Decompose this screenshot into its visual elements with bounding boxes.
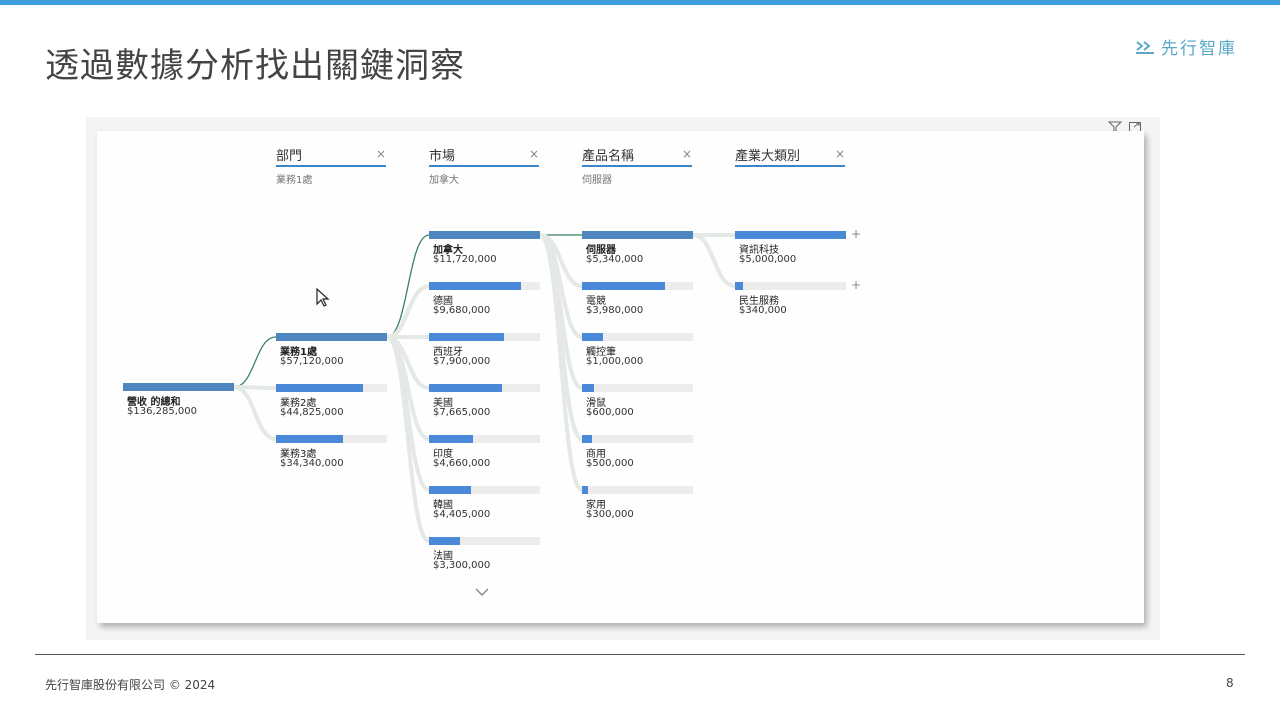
bar-fill <box>276 333 387 341</box>
bar-track <box>582 231 693 239</box>
node-value: $3,300,000 <box>433 560 491 571</box>
bar-track <box>429 384 540 392</box>
node-value: $1,000,000 <box>586 356 644 367</box>
bar-track <box>276 435 387 443</box>
node-value: $3,980,000 <box>586 305 644 316</box>
bar-track <box>582 333 693 341</box>
bar-track <box>429 282 540 290</box>
connector <box>692 233 736 288</box>
bar-fill <box>276 384 363 392</box>
node-value: $340,000 <box>739 305 787 316</box>
bar-fill <box>735 231 846 239</box>
show-more-chevron-icon[interactable] <box>474 582 490 601</box>
node-value: $11,720,000 <box>433 254 497 265</box>
level-header[interactable]: 產品名稱 × 伺服器 <box>582 145 692 186</box>
level-title: 部門 <box>276 149 303 164</box>
bar-fill <box>429 282 521 290</box>
bar-track <box>735 282 846 290</box>
level-header[interactable]: 部門 × 業務1處 <box>276 145 386 186</box>
bar-track <box>582 486 693 494</box>
bar-fill <box>582 231 693 239</box>
connector <box>233 385 277 441</box>
page-number: 8 <box>1226 676 1234 690</box>
bar-fill <box>735 282 743 290</box>
node-value: $5,000,000 <box>739 254 797 265</box>
connector <box>386 284 430 339</box>
bar-fill <box>276 435 343 443</box>
expand-plus-icon[interactable]: + <box>851 227 861 241</box>
bar-track <box>429 486 540 494</box>
selected-connector <box>233 336 277 388</box>
remove-level-close-icon[interactable]: × <box>376 147 386 161</box>
bar-fill <box>429 384 502 392</box>
node-value: $57,120,000 <box>280 356 344 367</box>
footer-copyright: 先行智庫股份有限公司 © 2024 <box>45 678 216 692</box>
remove-level-close-icon[interactable]: × <box>682 147 692 161</box>
bar-track <box>582 282 693 290</box>
node-value: $4,660,000 <box>433 458 491 469</box>
bar-fill <box>582 282 665 290</box>
bar-track <box>123 383 234 391</box>
bar-fill <box>582 435 592 443</box>
bar-fill <box>582 486 588 494</box>
node-value: $5,340,000 <box>586 254 644 265</box>
level-underline <box>429 165 539 167</box>
node-value: $136,285,000 <box>127 406 197 417</box>
bar-track <box>429 333 540 341</box>
bar-fill <box>429 333 504 341</box>
node-value: $34,340,000 <box>280 458 344 469</box>
expand-plus-icon[interactable]: + <box>851 278 861 292</box>
level-underline <box>582 165 692 167</box>
bar-fill <box>429 435 473 443</box>
node-value: $44,825,000 <box>280 407 344 418</box>
bar-track <box>429 231 540 239</box>
level-selection: 伺服器 <box>582 175 612 186</box>
node-value: $7,665,000 <box>433 407 491 418</box>
connector <box>538 233 584 492</box>
level-title: 產品名稱 <box>582 149 635 164</box>
bar-fill <box>582 333 603 341</box>
level-title: 市場 <box>429 149 456 164</box>
bar-track <box>429 537 540 545</box>
bar-fill <box>582 384 594 392</box>
footer-divider <box>35 654 1245 655</box>
level-underline <box>735 165 845 167</box>
bar-fill <box>429 537 460 545</box>
bar-track <box>429 435 540 443</box>
node-value: $4,405,000 <box>433 509 491 520</box>
bar-fill <box>429 486 471 494</box>
bar-fill <box>123 383 234 391</box>
level-underline <box>276 165 386 167</box>
bar-track <box>276 384 387 392</box>
remove-level-close-icon[interactable]: × <box>835 147 845 161</box>
bar-track <box>582 435 693 443</box>
node-value: $7,900,000 <box>433 356 491 367</box>
level-header[interactable]: 產業大類別 × <box>735 145 845 167</box>
node-value: $600,000 <box>586 407 634 418</box>
node-value: $9,680,000 <box>433 305 491 316</box>
node-value: $500,000 <box>586 458 634 469</box>
mouse-cursor-icon <box>316 287 330 312</box>
bar-track <box>276 333 387 341</box>
bar-fill <box>429 231 540 239</box>
level-selection: 業務1處 <box>276 175 313 186</box>
bar-track <box>735 231 846 239</box>
level-title: 產業大類別 <box>735 149 801 164</box>
level-selection: 加拿大 <box>429 175 459 186</box>
remove-level-close-icon[interactable]: × <box>529 147 539 161</box>
level-header[interactable]: 市場 × 加拿大 <box>429 145 539 186</box>
node-value: $300,000 <box>586 509 634 520</box>
bar-track <box>582 384 693 392</box>
